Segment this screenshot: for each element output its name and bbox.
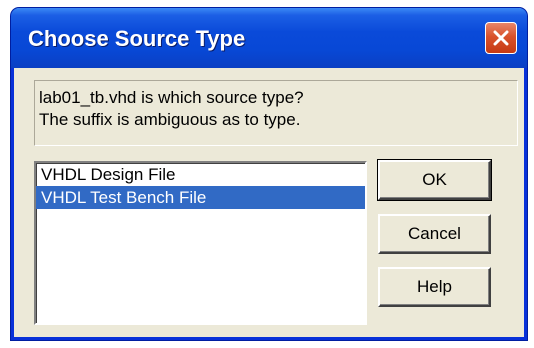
message-line-2: The suffix is ambiguous as to type. — [39, 110, 301, 129]
title-bar[interactable]: Choose Source Type — [11, 8, 527, 68]
ok-button[interactable]: OK — [377, 159, 492, 201]
cancel-button[interactable]: Cancel — [378, 214, 491, 254]
window-title: Choose Source Type — [28, 26, 246, 51]
message-line-1: lab01_tb.vhd is which source type? — [39, 88, 304, 107]
list-item-vhdl-design-file[interactable]: VHDL Design File — [36, 163, 365, 186]
list-item-vhdl-test-bench-file[interactable]: VHDL Test Bench File — [36, 186, 365, 209]
message-panel: lab01_tb.vhd is which source type? The s… — [34, 80, 518, 146]
help-button[interactable]: Help — [378, 267, 491, 307]
source-type-list[interactable]: VHDL Design File VHDL Test Bench File — [34, 161, 367, 325]
choose-source-type-dialog: Choose Source Type lab01_tb.vhd is which… — [11, 8, 527, 340]
close-icon — [493, 30, 509, 46]
close-button[interactable] — [485, 22, 517, 54]
